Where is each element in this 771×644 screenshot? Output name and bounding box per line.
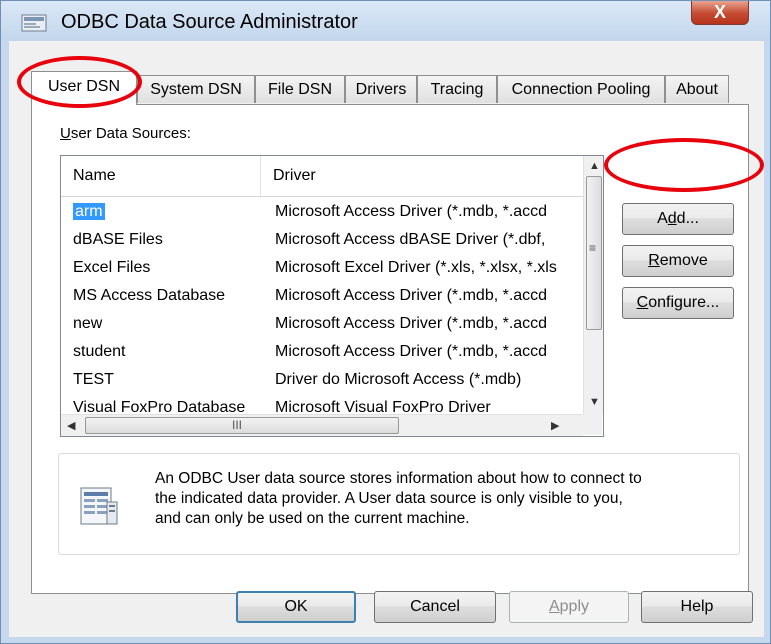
data-sources-list[interactable]: Name Driver arm Microsoft Access Driver … [60,155,604,437]
window-title: ODBC Data Source Administrator [61,11,358,33]
scroll-right-arrow-icon[interactable]: ▶ [551,419,559,432]
scroll-up-arrow-icon[interactable]: ▲ [589,160,600,172]
scroll-corner [583,414,602,435]
list-item-driver: Microsoft Access Driver (*.mdb, *.accd [275,287,548,304]
cancel-button[interactable]: Cancel [374,591,496,623]
info-text-line: the indicated data provider. A User data… [155,490,623,507]
tab-label: System DSN [150,81,242,98]
tab-label: User DSN [47,78,120,95]
list-item-name: MS Access Database [73,287,226,304]
list-item-driver: Microsoft Access Driver (*.mdb, *.accd [275,315,548,332]
scroll-left-arrow-icon[interactable]: ◀ [67,419,75,432]
list-item-driver: Microsoft Access Driver (*.mdb, *.accd [275,203,548,220]
list-item[interactable]: arm Microsoft Access Driver (*.mdb, *.ac… [61,198,583,226]
vertical-scrollbar[interactable]: ▲ ≡ ▼ [583,156,603,414]
tab-label: Drivers [355,81,407,98]
close-button[interactable]: X [691,1,749,25]
horizontal-scrollbar[interactable]: ◀ III ▶ [61,414,583,436]
list-item[interactable]: TEST Driver do Microsoft Access (*.mdb) [61,366,583,394]
tab-system-dsn[interactable]: System DSN [137,75,255,103]
grip-icon: ≡ [589,241,597,255]
list-item-driver: Microsoft Excel Driver (*.xls, *.xlsx, *… [275,259,557,276]
title-bar[interactable]: ODBC Data Source Administrator X [1,1,770,41]
list-item-driver: Microsoft Access dBASE Driver (*.dbf, [275,231,546,248]
user-data-sources-label: User Data Sources: [60,125,191,142]
tab-label: About [676,81,718,98]
list-item-driver: Microsoft Access Driver (*.mdb, *.accd [275,343,548,360]
tab-label: File DSN [267,81,332,98]
tab-label: Connection Pooling [511,81,651,98]
apply-button[interactable]: Apply [509,591,629,623]
list-item[interactable]: new Microsoft Access Driver (*.mdb, *.ac… [61,310,583,338]
ok-button[interactable]: OK [236,591,356,623]
dialog-window: ODBC Data Source Administrator X User DS… [0,0,771,644]
remove-button[interactable]: Remove [622,245,734,277]
info-panel: An ODBC User data source stores informat… [58,453,740,555]
configure-button[interactable]: Configure... [622,287,734,319]
scroll-down-arrow-icon[interactable]: ▼ [589,396,600,408]
list-item[interactable]: dBASE Files Microsoft Access dBASE Drive… [61,226,583,254]
info-text-line: and can only be used on the current mach… [155,510,470,527]
column-header-name[interactable]: Name [61,156,261,196]
tab-file-dsn[interactable]: File DSN [255,75,345,103]
user-dsn-panel: User Data Sources: Name Driver arm Micro… [31,104,749,594]
list-item-name: arm [73,203,105,220]
list-item[interactable]: student Microsoft Access Driver (*.mdb, … [61,338,583,366]
grip-icon: III [232,418,243,432]
tab-connection-pooling[interactable]: Connection Pooling [497,75,665,103]
add-button[interactable]: Add... [622,203,734,235]
list-header: Name Driver [61,156,583,197]
list-item-name: new [73,315,103,332]
help-button[interactable]: Help [641,591,753,623]
tab-user-dsn[interactable]: User DSN [31,71,137,105]
list-item-name: dBASE Files [73,231,163,248]
info-text-line: An ODBC User data source stores informat… [155,470,642,487]
tab-label: Tracing [430,81,484,98]
odbc-app-icon [21,14,47,32]
list-item-driver: Driver do Microsoft Access (*.mdb) [275,371,522,388]
column-header-driver[interactable]: Driver [261,156,583,196]
vertical-scroll-thumb[interactable]: ≡ [586,176,602,330]
close-icon: X [713,2,726,22]
list-item-name: TEST [73,371,114,388]
list-item-name: Excel Files [73,259,151,276]
list-item-name: student [73,343,126,360]
tab-about[interactable]: About [665,75,729,103]
horizontal-scroll-thumb[interactable]: III [85,417,399,434]
list-item[interactable]: MS Access Database Microsoft Access Driv… [61,282,583,310]
dialog-client-area: User DSN System DSN File DSN Drivers Tra… [9,41,764,637]
tab-tracing[interactable]: Tracing [417,75,497,103]
list-item[interactable]: Excel Files Microsoft Excel Driver (*.xl… [61,254,583,282]
data-source-icon [80,487,118,525]
tab-drivers[interactable]: Drivers [345,75,417,103]
